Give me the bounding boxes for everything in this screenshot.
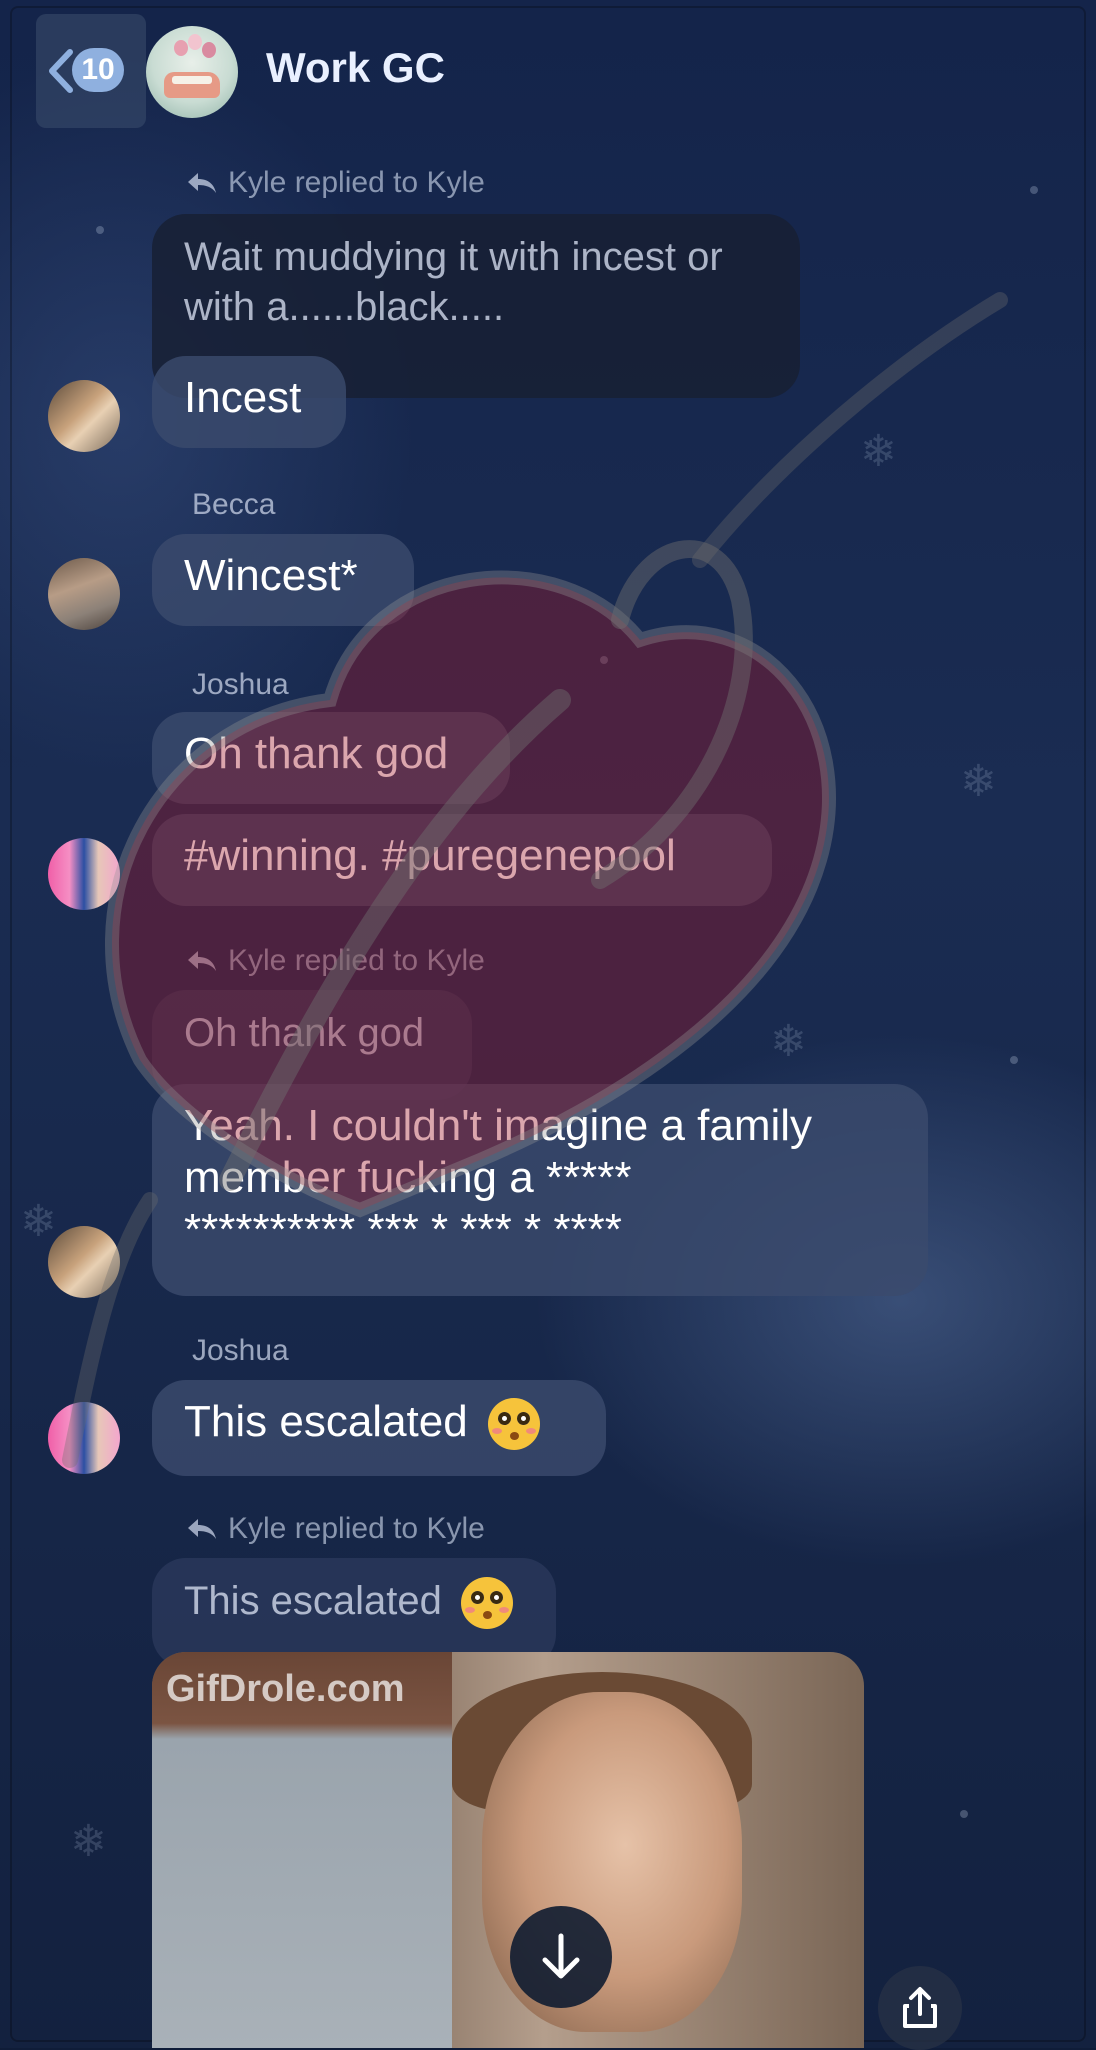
- avatar-joshua[interactable]: [48, 1402, 120, 1474]
- chat-header: 10 Work GC: [36, 14, 1056, 128]
- message-bubble[interactable]: Oh thank god: [152, 712, 510, 804]
- reply-arrow-icon: [188, 1519, 216, 1539]
- scroll-to-bottom-button[interactable]: [510, 1906, 612, 2008]
- avatar-joshua[interactable]: [48, 838, 120, 910]
- share-button[interactable]: [878, 1966, 962, 2050]
- reply-label: Kyle replied to Kyle: [186, 166, 485, 200]
- flushed-face-emoji: [461, 1577, 514, 1630]
- quoted-text: This escalated: [184, 1579, 442, 1623]
- message-bubble[interactable]: Incest: [152, 356, 346, 448]
- snowflake-icon: ❄: [20, 1197, 57, 1246]
- reply-label: Kyle replied to Kyle: [186, 944, 485, 978]
- reply-label: Kyle replied to Kyle: [186, 1512, 485, 1546]
- share-icon: [903, 1987, 937, 2028]
- message-text: This escalated: [184, 1397, 468, 1446]
- back-button[interactable]: 10: [36, 14, 146, 128]
- message-bubble[interactable]: This escalated: [152, 1380, 606, 1476]
- sender-name: Becca: [192, 488, 276, 521]
- avatar-kyle[interactable]: [48, 1226, 120, 1298]
- sender-name: Joshua: [192, 1334, 289, 1367]
- snowflake-icon: ❄: [960, 757, 997, 806]
- message-text-line: member fucking a *****: [184, 1153, 632, 1202]
- sparkle-dot: [1010, 1056, 1018, 1064]
- sparkle-dot: [600, 656, 608, 664]
- sparkle-dot: [960, 1810, 968, 1818]
- unread-badge: 10: [72, 48, 124, 92]
- reply-arrow-icon: [188, 173, 216, 193]
- avatar-kyle[interactable]: [48, 380, 120, 452]
- sparkle-dot: [96, 226, 104, 234]
- avatar-becca[interactable]: [48, 558, 120, 630]
- message-text-line: ********** *** * *** * ****: [184, 1205, 622, 1254]
- sparkle-dot: [1030, 186, 1038, 194]
- snowflake-icon: ❄: [70, 1817, 107, 1866]
- arrow-down-icon: [542, 1933, 580, 1979]
- reply-arrow-icon: [188, 951, 216, 971]
- chat-title[interactable]: Work GC: [266, 44, 445, 92]
- snowflake-icon: ❄: [860, 427, 897, 476]
- reply-label-text: Kyle replied to Kyle: [228, 944, 485, 977]
- message-bubble[interactable]: #winning. #puregenepool: [152, 814, 772, 906]
- reply-label-text: Kyle replied to Kyle: [228, 166, 485, 199]
- gif-background: [152, 1652, 452, 2048]
- message-bubble[interactable]: Wincest*: [152, 534, 414, 626]
- gif-watermark: GifDrole.com: [166, 1668, 405, 1710]
- gif-message[interactable]: GifDrole.com: [152, 1652, 864, 2048]
- reply-label-text: Kyle replied to Kyle: [228, 1512, 485, 1545]
- flushed-face-emoji: [487, 1398, 540, 1451]
- message-text-line: Yeah. I couldn't imagine a family: [184, 1101, 813, 1150]
- sender-name: Joshua: [192, 668, 289, 701]
- message-bubble[interactable]: Yeah. I couldn't imagine a family member…: [152, 1084, 928, 1296]
- quoted-text-line: Wait muddying it with incest or: [184, 235, 723, 279]
- group-avatar[interactable]: [146, 26, 238, 118]
- quoted-text-line: with a......black.....: [184, 285, 505, 329]
- snowflake-icon: ❄: [770, 1017, 807, 1066]
